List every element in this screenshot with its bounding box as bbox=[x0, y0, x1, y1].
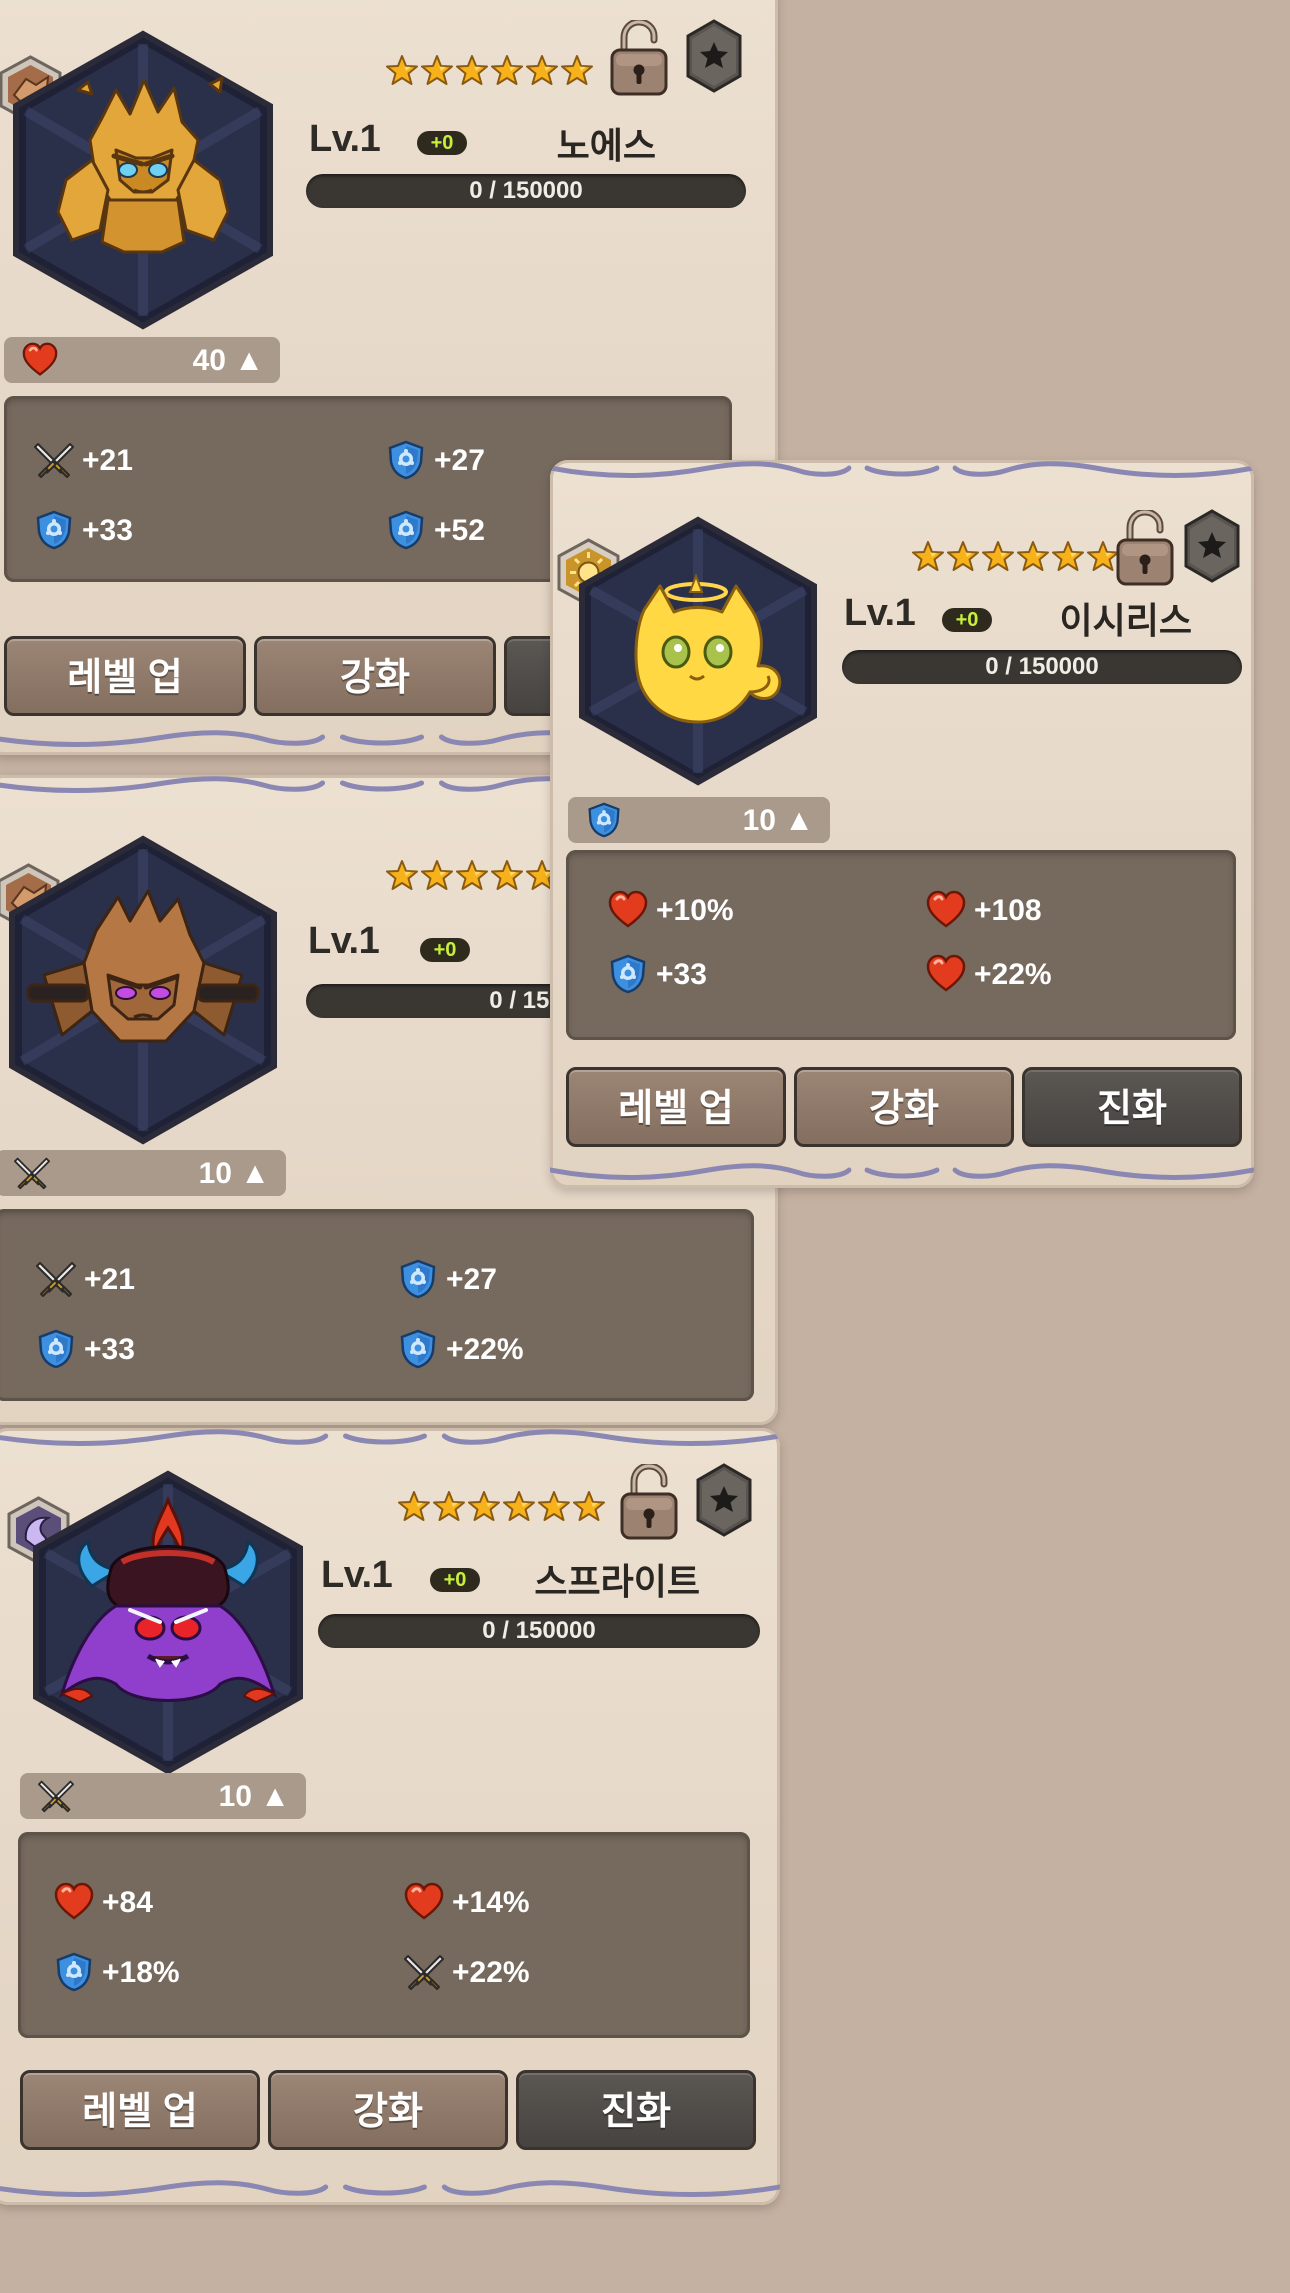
star-icon bbox=[538, 1490, 570, 1522]
star-icon bbox=[421, 859, 453, 891]
star-icon bbox=[491, 54, 523, 86]
monster-name: 이시리스 bbox=[1059, 600, 1192, 641]
crossed-swords-icon bbox=[36, 1259, 76, 1299]
heart-icon bbox=[404, 1882, 444, 1922]
crossed-swords-icon bbox=[14, 1155, 50, 1191]
xp-bar: 0 / 150000 bbox=[306, 174, 746, 208]
enhance-button[interactable]: 강화 bbox=[254, 636, 496, 716]
level-up-pill: 10 ▲ bbox=[0, 1150, 286, 1196]
star-rating bbox=[386, 54, 593, 86]
plus-badge: +0 bbox=[420, 938, 470, 962]
monster-name: 스프라이트 bbox=[534, 1561, 700, 1602]
crossed-swords-icon bbox=[38, 1778, 74, 1814]
shield-icon bbox=[34, 510, 74, 550]
level-label: Lv.1 bbox=[308, 920, 380, 962]
star-rating bbox=[912, 540, 1119, 572]
shield-icon bbox=[386, 510, 426, 550]
xp-text: 0 / 150000 bbox=[985, 653, 1099, 680]
level-label: Lv.1 bbox=[844, 592, 916, 634]
star-icon bbox=[456, 54, 488, 86]
favorite-star-icon[interactable] bbox=[684, 18, 744, 94]
stat-box: +84 +14% +18% +22% bbox=[18, 1832, 750, 2038]
level-up-pill: 10 ▲ bbox=[568, 797, 830, 843]
pill-value: 10 ▲ bbox=[198, 1157, 270, 1190]
heart-icon bbox=[926, 954, 966, 994]
card-ornament-top bbox=[550, 460, 1254, 486]
plus-badge: +0 bbox=[417, 131, 467, 155]
crossed-swords-icon bbox=[404, 1952, 444, 1992]
level-up-button[interactable]: 레벨 업 bbox=[4, 636, 246, 716]
star-icon bbox=[433, 1490, 465, 1522]
level-up-button[interactable]: 레벨 업 bbox=[566, 1067, 786, 1147]
favorite-star-icon[interactable] bbox=[694, 1462, 754, 1538]
star-icon bbox=[386, 54, 418, 86]
star-icon bbox=[1052, 540, 1084, 572]
star-icon bbox=[468, 1490, 500, 1522]
card-ornament-top bbox=[0, 1428, 780, 1454]
stat-box: +21 +27 +33 +22% bbox=[0, 1209, 754, 1401]
stat-box: +10% +108 +33 +22% bbox=[566, 850, 1236, 1040]
lock-icon[interactable] bbox=[618, 1464, 680, 1542]
lock-icon[interactable] bbox=[1114, 510, 1176, 588]
shield-icon bbox=[398, 1329, 438, 1369]
pill-value: 40 ▲ bbox=[192, 344, 264, 377]
level-label: Lv.1 bbox=[309, 118, 381, 160]
shield-icon bbox=[54, 1952, 94, 1992]
monster-name: 노에스 bbox=[556, 125, 656, 166]
heart-icon bbox=[22, 342, 58, 378]
level-up-pill: 40 ▲ bbox=[4, 337, 280, 383]
star-icon bbox=[456, 859, 488, 891]
card-ornament-bottom bbox=[0, 2179, 780, 2205]
heart-icon bbox=[926, 890, 966, 930]
star-icon bbox=[573, 1490, 605, 1522]
star-icon bbox=[947, 540, 979, 572]
monster-card-isiris: Lv.1 +0 이시리스 0 / 150000 10 ▲ +10% +108 +… bbox=[550, 460, 1254, 1188]
xp-bar: 0 / 150000 bbox=[842, 650, 1242, 684]
star-icon bbox=[398, 1490, 430, 1522]
level-label: Lv.1 bbox=[321, 1554, 393, 1596]
xp-text: 0 / 150000 bbox=[482, 1617, 596, 1644]
crossed-swords-icon bbox=[34, 440, 74, 480]
level-up-pill: 10 ▲ bbox=[20, 1773, 306, 1819]
xp-text: 0 / 150000 bbox=[469, 177, 583, 204]
star-icon bbox=[982, 540, 1014, 572]
monster-portrait bbox=[33, 1470, 303, 1775]
heart-icon bbox=[608, 890, 648, 930]
star-rating bbox=[386, 859, 558, 891]
monster-portrait bbox=[9, 835, 277, 1145]
plus-badge: +0 bbox=[942, 608, 992, 632]
shield-icon bbox=[398, 1259, 438, 1299]
monster-portrait bbox=[13, 30, 273, 330]
shield-icon bbox=[36, 1329, 76, 1369]
heart-icon bbox=[54, 1882, 94, 1922]
pill-value: 10 ▲ bbox=[218, 1780, 290, 1813]
lock-icon[interactable] bbox=[608, 20, 670, 98]
star-icon bbox=[421, 54, 453, 86]
favorite-star-icon[interactable] bbox=[1182, 508, 1242, 584]
star-icon bbox=[912, 540, 944, 572]
plus-badge: +0 bbox=[430, 1568, 480, 1592]
shield-icon bbox=[386, 440, 426, 480]
star-icon bbox=[526, 54, 558, 86]
shield-icon bbox=[586, 802, 622, 838]
level-up-button[interactable]: 레벨 업 bbox=[20, 2070, 260, 2150]
star-icon bbox=[503, 1490, 535, 1522]
star-rating bbox=[398, 1490, 605, 1522]
star-icon bbox=[386, 859, 418, 891]
monster-card-sprite: Lv.1 +0 스프라이트 0 / 150000 10 ▲ +84 +14% +… bbox=[0, 1428, 780, 2205]
evolve-button[interactable]: 진화 bbox=[1022, 1067, 1242, 1147]
star-icon bbox=[491, 859, 523, 891]
evolve-button[interactable]: 진화 bbox=[516, 2070, 756, 2150]
enhance-button[interactable]: 강화 bbox=[794, 1067, 1014, 1147]
enhance-button[interactable]: 강화 bbox=[268, 2070, 508, 2150]
star-icon bbox=[561, 54, 593, 86]
monster-portrait bbox=[579, 516, 817, 786]
xp-bar: 0 / 150000 bbox=[318, 1614, 760, 1648]
pill-value: 10 ▲ bbox=[742, 804, 814, 837]
card-ornament-bottom bbox=[550, 1162, 1254, 1188]
shield-icon bbox=[608, 954, 648, 994]
star-icon bbox=[1017, 540, 1049, 572]
